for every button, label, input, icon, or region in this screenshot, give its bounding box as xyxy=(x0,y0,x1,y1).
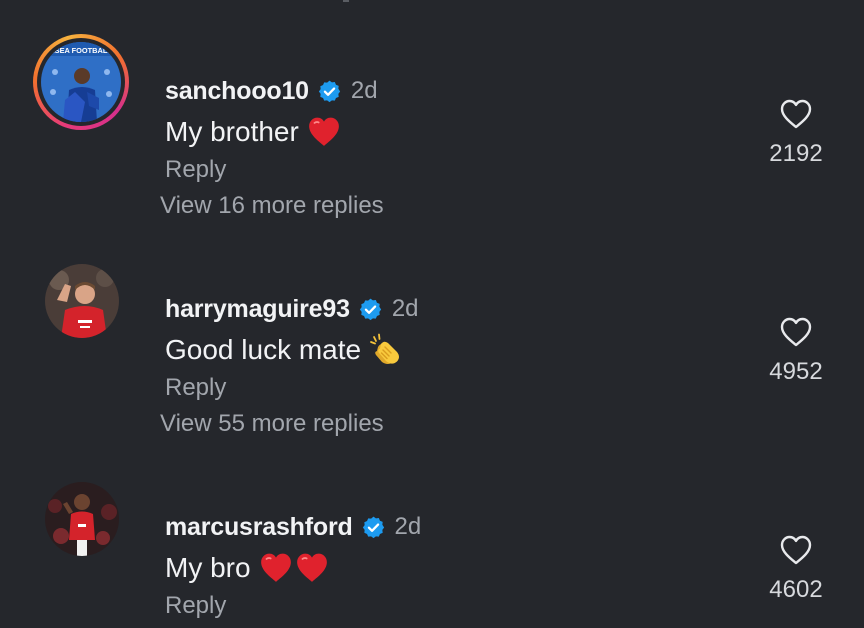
username[interactable]: harrymaguire93 xyxy=(165,295,350,324)
verified-badge-icon xyxy=(359,298,381,320)
clapping-hands-icon xyxy=(370,333,400,364)
comment-header: marcusrashford 2d xyxy=(165,510,421,544)
avatar-story-ring[interactable]: LSEA FOOTBALL xyxy=(33,34,129,130)
heart-outline-icon[interactable] xyxy=(779,316,813,348)
comment-time: 2d xyxy=(394,513,422,540)
heart-outline-icon[interactable] xyxy=(779,534,813,566)
reply-button[interactable]: Reply xyxy=(165,592,226,620)
comment-item: harrymaguire93 2d Good luck mate Reply 4… xyxy=(0,252,864,402)
red-heart-icon xyxy=(260,553,291,582)
like-area: 2192 xyxy=(756,98,836,168)
username[interactable]: marcusrashford xyxy=(165,513,353,542)
reply-button[interactable]: Reply xyxy=(165,374,226,402)
red-heart-icon xyxy=(308,117,339,146)
top-divider-mark xyxy=(343,0,349,2)
comment-time: 2d xyxy=(391,295,419,322)
profile-photo-icon xyxy=(45,264,119,338)
comment-text: My bro xyxy=(165,552,251,583)
comment-body: My bro xyxy=(165,548,329,588)
avatar-wrapper[interactable] xyxy=(36,258,126,348)
like-area: 4602 xyxy=(756,534,836,604)
avatar[interactable] xyxy=(45,482,119,556)
comment-item: marcusrashford 2d My bro Reply 4602 xyxy=(0,470,864,620)
profile-photo-icon: LSEA FOOTBALL xyxy=(41,42,121,122)
comment-header: sanchooo10 2d xyxy=(165,74,378,108)
like-area: 4952 xyxy=(756,316,836,386)
comment-text: Good luck mate xyxy=(165,334,362,365)
avatar-wrapper[interactable] xyxy=(36,476,126,566)
avatar[interactable]: LSEA FOOTBALL xyxy=(41,42,121,122)
comment-time: 2d xyxy=(350,77,378,104)
verified-badge-icon xyxy=(318,80,340,102)
verified-badge-icon xyxy=(362,516,384,538)
like-count: 4952 xyxy=(769,358,823,385)
profile-photo-icon xyxy=(45,482,119,556)
view-more-replies-button[interactable]: View 55 more replies xyxy=(160,410,384,438)
comment-item: LSEA FOOTBALL sanchooo10 2d My brother R… xyxy=(0,34,864,184)
red-heart-icon xyxy=(296,553,327,582)
comment-body: Good luck mate xyxy=(165,330,403,370)
comment-header: harrymaguire93 2d xyxy=(165,292,419,326)
comment-body: My brother xyxy=(165,112,341,152)
comment-text: My brother xyxy=(165,116,299,147)
avatar[interactable] xyxy=(45,264,119,338)
reply-button[interactable]: Reply xyxy=(165,156,226,184)
like-count: 4602 xyxy=(769,576,823,603)
username[interactable]: sanchooo10 xyxy=(165,77,309,106)
view-more-replies-button[interactable]: View 16 more replies xyxy=(160,192,384,220)
like-count: 2192 xyxy=(769,140,823,167)
heart-outline-icon[interactable] xyxy=(779,98,813,130)
